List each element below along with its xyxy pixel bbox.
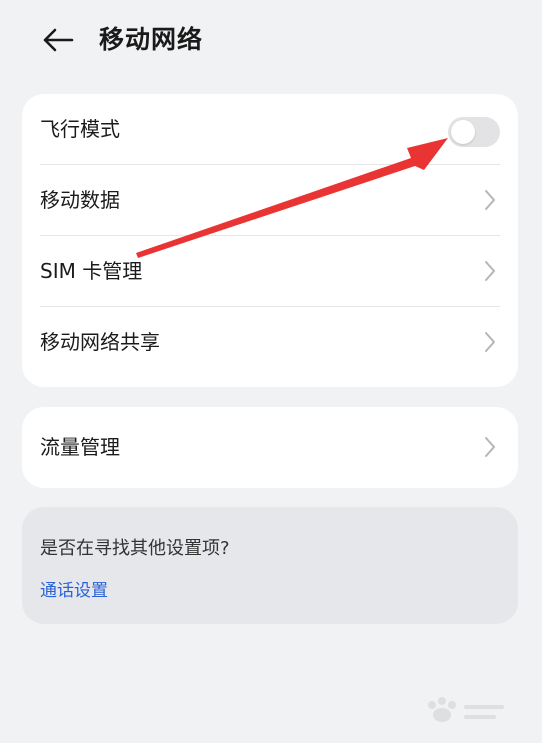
- watermark-logo-icon: [428, 697, 504, 722]
- traffic-management-label: 流量管理: [40, 435, 120, 459]
- mobile-data-row[interactable]: 移动数据: [22, 165, 518, 236]
- page-title: 移动网络: [99, 25, 204, 54]
- network-settings-card: 飞行模式 移动数据 SIM 卡管理 移动网络共享: [22, 94, 518, 387]
- traffic-management-row[interactable]: 流量管理: [22, 412, 518, 483]
- suggestion-card: 是否在寻找其他设置项? 通话设置: [22, 507, 518, 624]
- mobile-data-label: 移动数据: [40, 188, 120, 212]
- traffic-card: 流量管理: [22, 407, 518, 488]
- back-button[interactable]: [38, 22, 78, 58]
- airplane-mode-label: 飞行模式: [40, 117, 120, 141]
- sim-management-label: SIM 卡管理: [40, 259, 143, 283]
- hotspot-label: 移动网络共享: [40, 330, 160, 354]
- sim-management-row[interactable]: SIM 卡管理: [22, 236, 518, 307]
- chevron-right-icon: [485, 261, 495, 281]
- chevron-right-icon: [485, 437, 495, 457]
- airplane-mode-toggle[interactable]: [448, 117, 500, 147]
- airplane-mode-row[interactable]: 飞行模式: [22, 94, 518, 165]
- call-settings-link[interactable]: 通话设置: [40, 576, 108, 601]
- header: 移动网络: [4, 0, 538, 82]
- chevron-right-icon: [485, 190, 495, 210]
- suggestion-question: 是否在寻找其他设置项?: [40, 538, 230, 559]
- hotspot-row[interactable]: 移动网络共享: [22, 307, 518, 378]
- chevron-right-icon: [485, 332, 495, 352]
- mobile-network-page: 移动网络 飞行模式 移动数据 SIM 卡管理 移动网络共享 流量管理 是否在寻找…: [4, 0, 538, 743]
- back-arrow-icon: [43, 28, 74, 52]
- toggle-knob: [451, 120, 475, 144]
